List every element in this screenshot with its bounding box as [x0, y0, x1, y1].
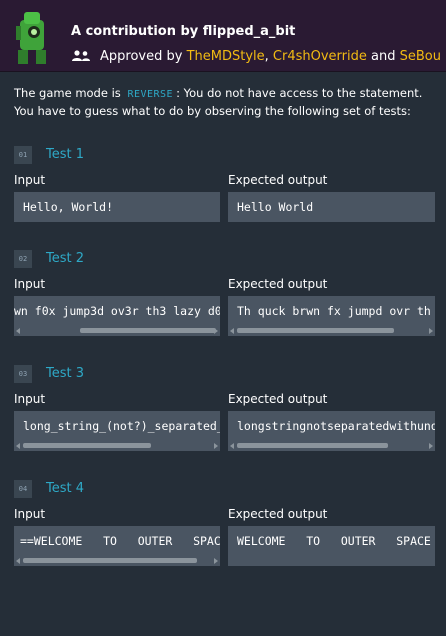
input-label: Input: [14, 507, 46, 521]
input-label: Input: [14, 277, 46, 291]
test-title: Test 1: [46, 147, 85, 162]
input-value: wn f0x jump3d ov3r th3 lazy d0g: [14, 304, 220, 318]
input-value: Hello, World!: [23, 200, 114, 214]
and-word: and: [371, 49, 396, 64]
game-mode-badge: REVERSE: [127, 89, 174, 100]
horizontal-scrollbar-thumb[interactable]: [23, 443, 151, 448]
approved-prefix: Approved by: [100, 49, 183, 64]
input-box[interactable]: Hello, World!: [14, 192, 220, 222]
expected-output-value: WELCOME TO OUTER SPACE: [237, 534, 431, 548]
users-icon: [72, 50, 90, 61]
input-box[interactable]: wn f0x jump3d ov3r th3 lazy d0g: [14, 296, 220, 336]
test-number-badge: 03: [14, 365, 32, 383]
game-mode-description: The game mode is REVERSE: You do not hav…: [14, 86, 423, 118]
scroll-left-arrow-icon[interactable]: [16, 328, 20, 334]
approver-link[interactable]: TheMDStyle: [187, 49, 265, 64]
expected-output-label: Expected output: [228, 392, 328, 406]
scroll-left-arrow-icon[interactable]: [16, 558, 20, 564]
horizontal-scrollbar-thumb[interactable]: [237, 328, 394, 333]
test-number-badge: 02: [14, 250, 32, 268]
scroll-right-arrow-icon[interactable]: [214, 558, 218, 564]
scroll-right-arrow-icon[interactable]: [429, 328, 433, 334]
input-box[interactable]: ==WELCOME TO OUTER SPACE==: [14, 526, 220, 566]
robot-avatar-icon: [16, 12, 46, 64]
expected-output-label: Expected output: [228, 507, 328, 521]
scroll-left-arrow-icon[interactable]: [230, 443, 234, 449]
test-number-badge: 01: [14, 146, 32, 164]
input-label: Input: [14, 392, 46, 406]
expected-output-value: Hello World: [237, 200, 314, 214]
contribution-title: A contribution by flipped_a_bit: [71, 24, 296, 39]
expected-output-label: Expected output: [228, 277, 328, 291]
scroll-left-arrow-icon[interactable]: [16, 443, 20, 449]
input-value: long_string_(not?)_separated_with: [23, 419, 220, 433]
scroll-right-arrow-icon[interactable]: [214, 328, 218, 334]
input-box[interactable]: long_string_(not?)_separated_with: [14, 411, 220, 451]
contribution-header: A contribution by flipped_a_bit Approved…: [0, 0, 446, 72]
approver-link[interactable]: SeBou: [400, 49, 441, 64]
expected-output-box[interactable]: Hello World: [228, 192, 435, 222]
test-title: Test 3: [46, 366, 85, 381]
expected-output-box[interactable]: longstringnotseparatedwithunderscores: [228, 411, 435, 451]
horizontal-scrollbar-thumb[interactable]: [23, 558, 197, 563]
expected-output-value: Th quck brwn fx jumpd ovr th lazy: [237, 304, 431, 318]
test-title: Test 2: [46, 251, 85, 266]
test-number-badge: 04: [14, 480, 32, 498]
approved-by-line: Approved by TheMDStyle, Cr4shOverride an…: [71, 49, 441, 64]
expected-output-label: Expected output: [228, 173, 328, 187]
horizontal-scrollbar-thumb[interactable]: [80, 328, 216, 333]
approver-link[interactable]: Cr4shOverride: [273, 49, 367, 64]
input-label: Input: [14, 173, 46, 187]
expected-output-box[interactable]: Th quck brwn fx jumpd ovr th lazy: [228, 296, 435, 336]
horizontal-scrollbar-thumb[interactable]: [237, 443, 388, 448]
scroll-right-arrow-icon[interactable]: [429, 443, 433, 449]
input-value: ==WELCOME TO OUTER SPACE==: [20, 534, 220, 548]
scroll-left-arrow-icon[interactable]: [230, 328, 234, 334]
expected-output-box[interactable]: WELCOME TO OUTER SPACE: [228, 526, 435, 566]
expected-output-value: longstringnotseparatedwithunderscores: [237, 419, 435, 433]
scroll-right-arrow-icon[interactable]: [214, 443, 218, 449]
test-title: Test 4: [46, 481, 85, 496]
